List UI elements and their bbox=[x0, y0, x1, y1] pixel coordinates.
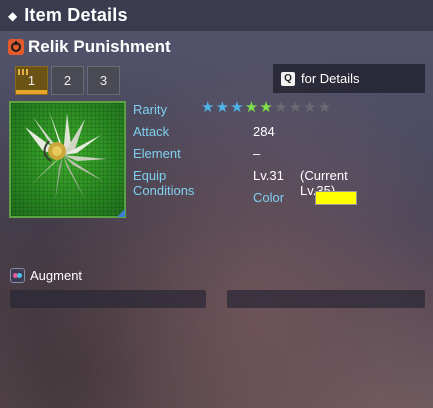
color-label: Color bbox=[253, 190, 285, 205]
equip-level-value: Lv.31 bbox=[253, 168, 284, 183]
element-label: Element bbox=[133, 146, 181, 161]
item-name-row: Relik Punishment bbox=[8, 37, 171, 57]
details-button[interactable]: Q for Details bbox=[273, 64, 425, 93]
q-key-icon: Q bbox=[281, 71, 295, 86]
augment-slot-2[interactable] bbox=[227, 290, 425, 308]
attack-value: 284 bbox=[253, 124, 275, 139]
empty-star-icon: ★ bbox=[303, 99, 317, 116]
attack-label: Attack bbox=[133, 124, 170, 139]
relik-category-icon bbox=[8, 39, 24, 55]
page-title: Item Details bbox=[24, 5, 128, 25]
empty-star-icon: ★ bbox=[317, 99, 332, 116]
tab-3[interactable]: 3 bbox=[87, 66, 120, 95]
augment-section: Augment bbox=[10, 268, 82, 283]
augment-icon bbox=[10, 268, 25, 283]
variant-tabs: 1 2 3 bbox=[15, 66, 120, 95]
tab-label: 3 bbox=[99, 73, 108, 88]
filled-star-icon: ★ bbox=[215, 99, 230, 116]
empty-star-icon: ★ bbox=[288, 99, 303, 116]
details-label: for Details bbox=[301, 71, 360, 86]
item-details-header: ◆ Item Details bbox=[0, 0, 433, 31]
diamond-icon: ◆ bbox=[8, 8, 18, 23]
filled-star-icon: ★ bbox=[230, 99, 244, 116]
tab-1[interactable]: 1 bbox=[15, 66, 48, 95]
equip-conditions-label: Equip Conditions bbox=[133, 168, 195, 198]
tab-label: 2 bbox=[63, 73, 72, 88]
element-value: – bbox=[253, 146, 261, 161]
relik-flower-icon bbox=[19, 111, 107, 201]
augment-slot-1[interactable] bbox=[10, 290, 206, 308]
tab-2[interactable]: 2 bbox=[51, 66, 84, 95]
tab-label: 1 bbox=[27, 73, 36, 88]
rarity-corner-marker bbox=[117, 209, 125, 217]
item-image bbox=[9, 101, 126, 218]
filled-star-icon: ★ bbox=[201, 99, 215, 116]
rarity-stars: ★ ★ ★ ★ ★ ★ ★ ★ ★ bbox=[201, 100, 332, 116]
filled-star-icon: ★ bbox=[244, 99, 259, 116]
augment-label: Augment bbox=[30, 268, 83, 283]
color-swatch[interactable] bbox=[315, 191, 357, 205]
rarity-label: Rarity bbox=[133, 102, 167, 117]
filled-star-icon: ★ bbox=[259, 99, 273, 116]
item-name: Relik Punishment bbox=[28, 37, 171, 56]
empty-star-icon: ★ bbox=[273, 99, 288, 116]
